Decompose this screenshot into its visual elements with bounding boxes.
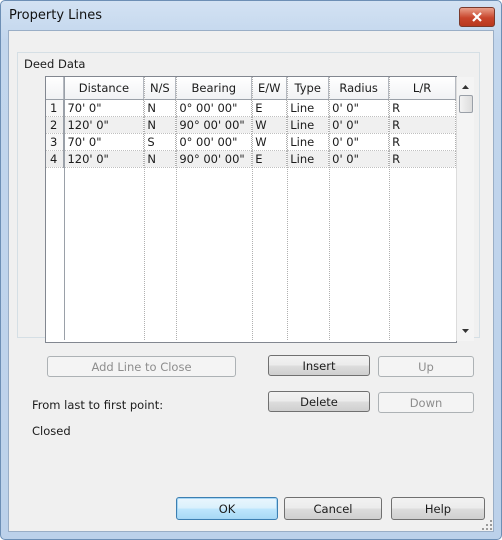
closure-status-text: Closed (32, 424, 71, 438)
table-header-row: Distance N/S Bearing E/W Type Radius L/R (46, 77, 456, 100)
column-header-lr[interactable]: L/R (388, 77, 456, 100)
deed-data-label: Deed Data (22, 57, 88, 71)
column-header-ns[interactable]: N/S (143, 77, 177, 100)
cell-ew[interactable]: E (251, 150, 288, 168)
cell-bearing[interactable]: 90° 00' 00" (175, 116, 253, 134)
column-divider (287, 77, 288, 340)
resize-grip-icon[interactable] (482, 520, 492, 530)
cell-lr[interactable]: R (388, 116, 456, 134)
cell-bearing[interactable]: 0° 00' 00" (175, 133, 253, 151)
cell-lr[interactable]: R (388, 133, 456, 151)
cell-ew[interactable]: W (251, 133, 288, 151)
cell-distance[interactable]: 120' 0" (63, 116, 145, 134)
arrow-down-icon (462, 329, 469, 333)
cell-distance[interactable]: 70' 0" (63, 99, 145, 117)
up-button[interactable]: Up (378, 356, 474, 377)
add-line-to-close-button[interactable]: Add Line to Close (47, 356, 236, 377)
close-icon (472, 12, 482, 22)
down-button[interactable]: Down (378, 392, 474, 413)
cell-type[interactable]: Line (286, 116, 330, 134)
cell-ew[interactable]: E (251, 99, 288, 117)
cancel-button[interactable]: Cancel (284, 497, 382, 520)
column-divider (144, 77, 145, 340)
cell-radius[interactable]: 0' 0" (328, 99, 390, 117)
cell-ns[interactable]: N (143, 150, 177, 168)
row-number[interactable]: 2 (46, 116, 65, 134)
insert-button[interactable]: Insert (268, 355, 370, 376)
column-header-bearing[interactable]: Bearing (175, 77, 253, 100)
column-header-ew[interactable]: E/W (251, 77, 288, 100)
cell-bearing[interactable]: 0° 00' 00" (175, 99, 253, 117)
table-row[interactable]: 4 120' 0" N 90° 00' 00" E Line 0' 0" R (46, 150, 456, 168)
column-divider (252, 77, 253, 340)
scroll-thumb[interactable] (459, 95, 473, 113)
delete-button[interactable]: Delete (268, 391, 370, 412)
cell-radius[interactable]: 0' 0" (328, 116, 390, 134)
close-button[interactable] (459, 7, 495, 27)
cell-distance[interactable]: 120' 0" (63, 150, 145, 168)
cell-radius[interactable]: 0' 0" (328, 133, 390, 151)
cell-type[interactable]: Line (286, 150, 330, 168)
cell-type[interactable]: Line (286, 133, 330, 151)
cell-radius[interactable]: 0' 0" (328, 150, 390, 168)
row-header-divider (64, 77, 65, 340)
cell-bearing[interactable]: 90° 00' 00" (175, 150, 253, 168)
column-header-distance[interactable]: Distance (63, 77, 145, 100)
column-header-radius[interactable]: Radius (328, 77, 390, 100)
column-divider (176, 77, 177, 340)
scroll-down-button[interactable] (457, 323, 474, 339)
help-button[interactable]: Help (391, 497, 485, 520)
from-last-to-first-label: From last to first point: (32, 398, 164, 412)
cell-type[interactable]: Line (286, 99, 330, 117)
ok-button[interactable]: OK (176, 497, 278, 520)
row-number[interactable]: 3 (46, 133, 65, 151)
column-divider (389, 77, 390, 340)
row-number[interactable]: 1 (46, 99, 65, 117)
cell-ns[interactable]: N (143, 99, 177, 117)
row-number[interactable]: 4 (46, 150, 65, 168)
cell-ns[interactable]: S (143, 133, 177, 151)
table-vertical-scrollbar[interactable] (456, 77, 474, 341)
scroll-up-button[interactable] (457, 79, 474, 95)
window-title: Property Lines (9, 8, 103, 23)
cell-lr[interactable]: R (388, 99, 456, 117)
cell-distance[interactable]: 70' 0" (63, 133, 145, 151)
row-header-corner (46, 77, 65, 100)
column-header-type[interactable]: Type (286, 77, 330, 100)
cell-ew[interactable]: W (251, 116, 288, 134)
table-row[interactable]: 1 70' 0" N 0° 00' 00" E Line 0' 0" R (46, 99, 456, 117)
cell-ns[interactable]: N (143, 116, 177, 134)
arrow-up-icon (462, 85, 469, 89)
cell-lr[interactable]: R (388, 150, 456, 168)
table-row[interactable]: 2 120' 0" N 90° 00' 00" W Line 0' 0" R (46, 116, 456, 134)
column-divider (329, 77, 330, 340)
deed-data-table: Distance N/S Bearing E/W Type Radius L/R… (45, 76, 474, 343)
table-row[interactable]: 3 70' 0" S 0° 00' 00" W Line 0' 0" R (46, 133, 456, 151)
